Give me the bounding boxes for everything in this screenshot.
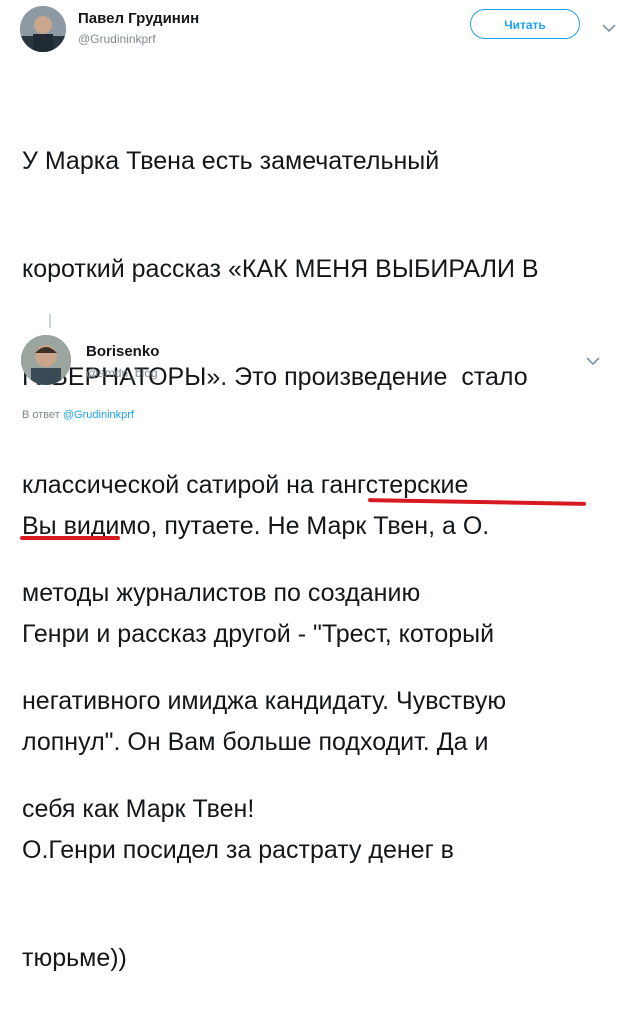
author-handle[interactable]: @Grudininkprf — [78, 32, 156, 46]
tweet-line: короткий рассказ «КАК МЕНЯ ВЫБИРАЛИ В — [22, 255, 539, 283]
follow-button[interactable]: Читать — [470, 9, 580, 39]
reply-text: Вы видимо, путаете. Не Марк Твен, а О. Г… — [22, 436, 602, 1012]
thread-connector — [49, 314, 51, 328]
in-reply-to-prefix: В ответ — [22, 409, 60, 421]
in-reply-to-link[interactable]: @Grudininkprf — [63, 409, 134, 421]
reply-author-handle[interactable]: @amdn_blog — [86, 366, 158, 380]
reply-avatar[interactable] — [21, 335, 71, 385]
reply-line: Генри и рассказ другой - "Трест, который — [22, 620, 495, 648]
tweet-line: У Марка Твена есть замечательный — [22, 147, 440, 175]
in-reply-to: В ответ @Grudininkprf — [22, 409, 134, 421]
chevron-down-icon[interactable] — [600, 21, 618, 35]
reply-profile-photo — [21, 335, 71, 385]
avatar[interactable] — [20, 6, 66, 52]
reply-line: О.Генри посидел за растрату денег в — [22, 836, 454, 864]
profile-photo — [20, 6, 66, 52]
chevron-down-icon[interactable] — [584, 354, 602, 368]
highlight-underline — [20, 536, 120, 540]
author-name[interactable]: Павел Грудинин — [78, 10, 199, 27]
reply-author-name[interactable]: Borisenko — [86, 343, 159, 360]
reply-line: тюрьме)) — [22, 944, 127, 972]
reply-line: лопнул". Он Вам больше подходит. Да и — [22, 728, 489, 756]
